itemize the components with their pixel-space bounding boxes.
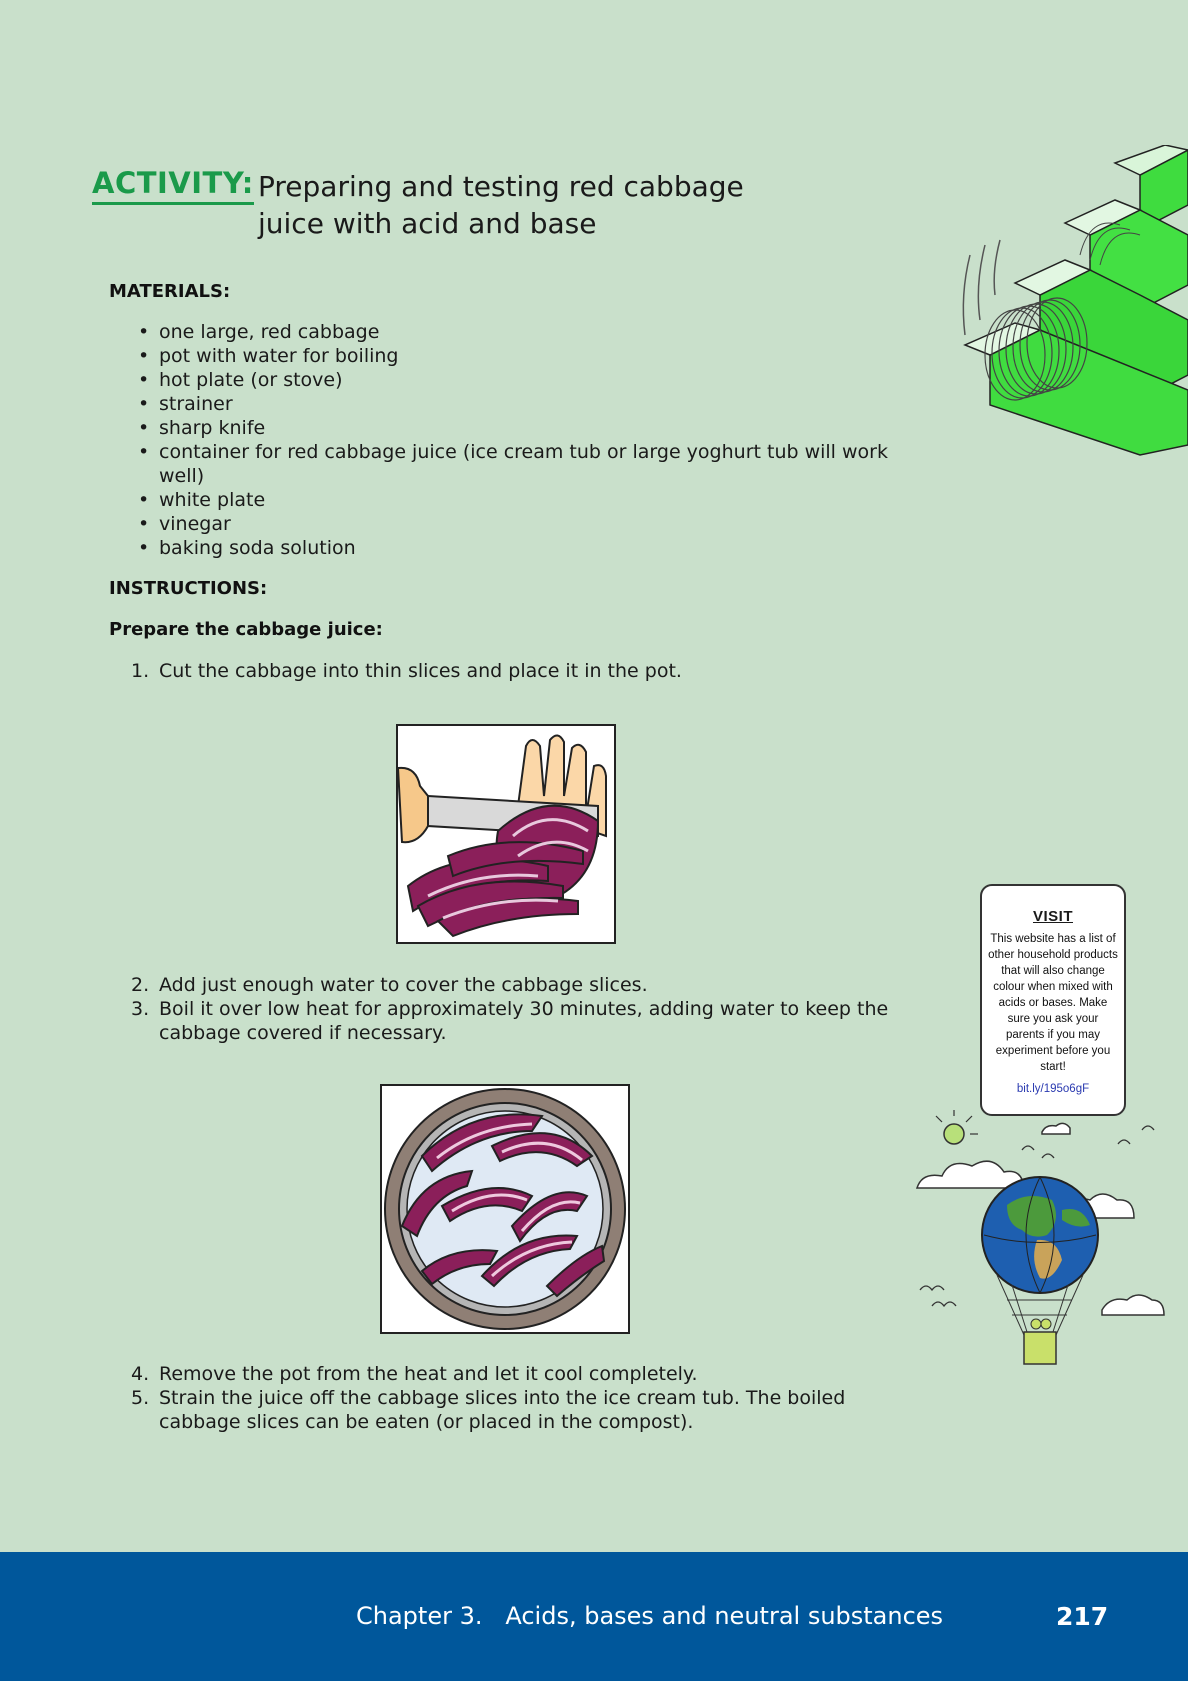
step-item: 1. Cut the cabbage into thin slices and …	[128, 659, 898, 683]
step-text: Strain the juice off the cabbage slices …	[159, 1387, 846, 1433]
textbook-page: ACTIVITY: Preparing and testing red cabb…	[0, 0, 1188, 1681]
globe-balloon-illustration	[915, 1110, 1165, 1365]
instructions-subheading: Prepare the cabbage juice:	[109, 619, 383, 640]
steps-list-2: 2. Add just enough water to cover the ca…	[128, 973, 898, 1045]
step-text: Add just enough water to cover the cabba…	[159, 974, 648, 996]
steps-list-3: 4. Remove the pot from the heat and let …	[128, 1362, 898, 1434]
materials-heading: MATERIALS:	[109, 281, 231, 302]
boiling-pot-icon	[382, 1086, 628, 1332]
footer-chapter-title: Chapter 3. Acids, bases and neutral subs…	[356, 1602, 944, 1630]
step-number: 1.	[131, 660, 150, 682]
list-item: container for red cabbage juice (ice cre…	[138, 440, 898, 488]
list-item: pot with water for boiling	[138, 344, 898, 368]
step-item: 4. Remove the pot from the heat and let …	[128, 1362, 898, 1386]
slinky-stairs-illustration	[962, 145, 1188, 456]
boiling-pot-illustration	[380, 1084, 630, 1334]
list-item: white plate	[138, 488, 898, 512]
steps-list-1: 1. Cut the cabbage into thin slices and …	[128, 659, 898, 683]
activity-title-line-2: juice with acid and base	[258, 207, 597, 240]
list-item: sharp knife	[138, 416, 898, 440]
step-item: 5. Strain the juice off the cabbage slic…	[128, 1386, 898, 1434]
cutting-cabbage-icon	[396, 726, 614, 942]
visit-text: This website has a list of other househo…	[988, 933, 1118, 1073]
visit-link[interactable]: bit.ly/195o6gF	[988, 1083, 1118, 1095]
step-item: 2. Add just enough water to cover the ca…	[128, 973, 898, 997]
step-text: Cut the cabbage into thin slices and pla…	[159, 660, 682, 682]
activity-title: Preparing and testing red cabbage juice …	[258, 168, 818, 242]
step-text: Boil it over low heat for approximately …	[159, 998, 889, 1044]
list-item: strainer	[138, 392, 898, 416]
visit-card: VISIT This website has a list of other h…	[980, 884, 1126, 1116]
step-text: Remove the pot from the heat and let it …	[159, 1363, 698, 1385]
list-item: one large, red cabbage	[138, 320, 898, 344]
instructions-heading: INSTRUCTIONS:	[109, 578, 268, 599]
step-item: 3. Boil it over low heat for approximate…	[128, 997, 898, 1045]
activity-title-line-1: Preparing and testing red cabbage	[258, 170, 744, 203]
cutting-cabbage-illustration	[396, 724, 616, 944]
visit-title: VISIT	[1032, 908, 1073, 925]
step-number: 2.	[131, 974, 150, 996]
step-number: 5.	[131, 1387, 150, 1409]
step-number: 3.	[131, 998, 150, 1020]
list-item: vinegar	[138, 512, 898, 536]
materials-list: one large, red cabbage pot with water fo…	[138, 320, 898, 560]
page-footer: Chapter 3. Acids, bases and neutral subs…	[0, 1552, 1188, 1681]
page-number: 217	[1056, 1602, 1109, 1631]
activity-label: ACTIVITY:	[92, 166, 254, 205]
list-item: baking soda solution	[138, 536, 898, 560]
list-item: hot plate (or stove)	[138, 368, 898, 392]
step-number: 4.	[131, 1363, 150, 1385]
